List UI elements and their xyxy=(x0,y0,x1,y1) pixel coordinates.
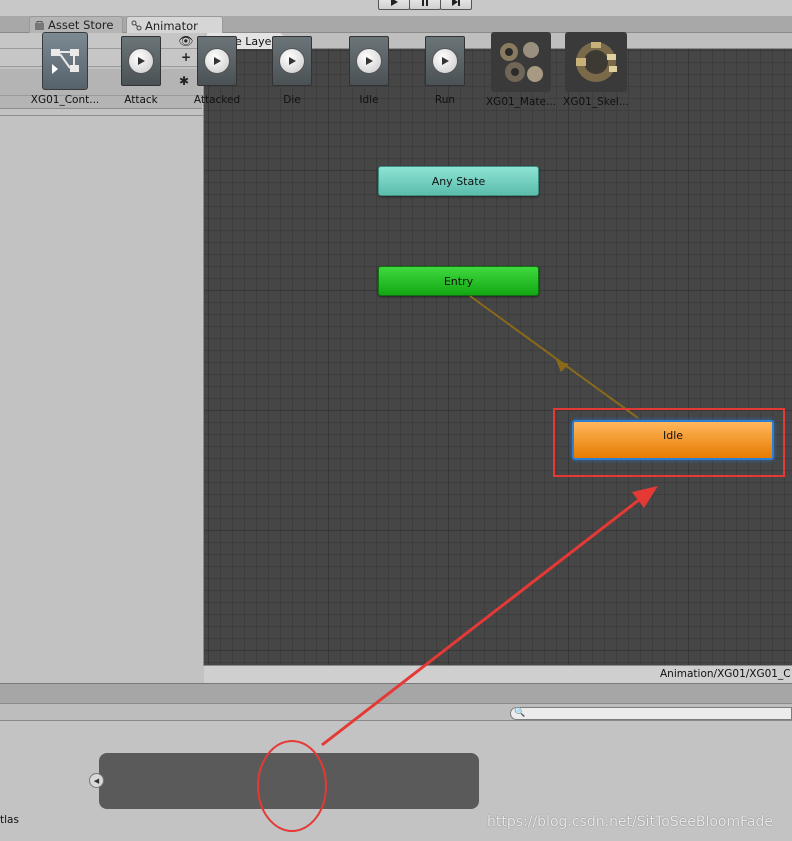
search-input[interactable]: 🔍 xyxy=(510,707,792,720)
unity-editor-window: Asset Store Animator 👁 + ✱ Base Layer An… xyxy=(0,0,792,841)
layers-header: 👁 xyxy=(0,33,204,49)
play-icon xyxy=(356,48,382,74)
asset-animator-controller[interactable]: XG01_Cont... xyxy=(31,32,99,112)
clip-attacked-thumb xyxy=(194,32,240,90)
window-tab-row: Asset Store Animator xyxy=(0,16,792,34)
pause-button[interactable] xyxy=(409,0,441,10)
clip-die-label: Die xyxy=(283,94,301,106)
clip-attack[interactable]: Attack xyxy=(111,32,171,112)
material-label: XG01_Mate... xyxy=(485,96,557,108)
clip-die-thumb xyxy=(269,32,315,90)
state-idle[interactable]: Idle xyxy=(572,420,774,460)
clip-run[interactable]: Run xyxy=(415,32,475,112)
animation-clips-group xyxy=(99,753,479,809)
idle-label: Idle xyxy=(662,428,684,442)
controller-label: XG01_Cont... xyxy=(30,94,100,106)
skeleton-thumbnail-icon xyxy=(565,32,627,92)
panel-splitter[interactable] xyxy=(0,683,792,703)
any-state-label: Any State xyxy=(431,174,486,188)
play-icon xyxy=(204,48,230,74)
watermark-url: https://blog.csdn.net/SitToSeeBloomFade xyxy=(487,814,773,830)
panel-divider xyxy=(0,115,204,116)
playback-controls xyxy=(378,0,472,10)
play-icon xyxy=(279,48,305,74)
state-entry[interactable]: Entry xyxy=(378,266,539,296)
play-icon xyxy=(128,48,154,74)
pause-icon xyxy=(422,0,428,6)
animator-icon xyxy=(131,20,142,31)
tab-asset-store-label: Asset Store xyxy=(48,18,114,32)
step-icon xyxy=(452,0,460,6)
asset-material[interactable]: XG01_Mate... xyxy=(486,32,556,112)
asset-skeleton[interactable]: XG01_Skel... xyxy=(563,32,629,112)
clip-idle-thumb xyxy=(346,32,392,90)
tab-asset-store[interactable]: Asset Store xyxy=(29,16,123,33)
animator-graph[interactable]: Base Layer Any State Entry Idle Animatio… xyxy=(204,33,792,683)
play-icon xyxy=(391,0,398,6)
state-any-state[interactable]: Any State xyxy=(378,166,539,196)
clip-attacked[interactable]: Attacked xyxy=(187,32,247,112)
top-toolbar xyxy=(0,0,792,16)
material-thumbnail-icon xyxy=(491,32,551,92)
layers-add-row: + xyxy=(0,49,204,67)
clip-idle[interactable]: Idle xyxy=(339,32,399,112)
collapse-arrow-icon[interactable]: ◀ xyxy=(89,773,104,788)
clip-die[interactable]: Die xyxy=(262,32,322,112)
step-button[interactable] xyxy=(440,0,472,10)
skeleton-label: XG01_Skel... xyxy=(563,96,629,108)
play-button[interactable] xyxy=(378,0,410,10)
animator-controller-icon xyxy=(42,32,88,90)
clip-run-thumb xyxy=(422,32,468,90)
play-icon xyxy=(432,48,458,74)
controller-path: Animation/XG01/XG01_C xyxy=(660,668,791,680)
clip-attack-label: Attack xyxy=(124,94,158,106)
truncated-asset-label: tlas xyxy=(0,814,19,826)
project-toolbar: 🔍 xyxy=(0,703,792,721)
asset-store-icon xyxy=(35,20,44,30)
clip-attacked-label: Attacked xyxy=(193,94,241,106)
clip-run-label: Run xyxy=(434,94,456,106)
tab-animator-label: Animator xyxy=(145,18,198,33)
layers-parameters-panel: 👁 + ✱ xyxy=(0,33,204,666)
search-icon: 🔍 xyxy=(514,708,526,718)
graph-status-bar: Animation/XG01/XG01_C xyxy=(204,665,792,683)
entry-label: Entry xyxy=(443,274,474,288)
clip-attack-thumb xyxy=(118,32,164,90)
clip-idle-label: Idle xyxy=(359,94,379,106)
